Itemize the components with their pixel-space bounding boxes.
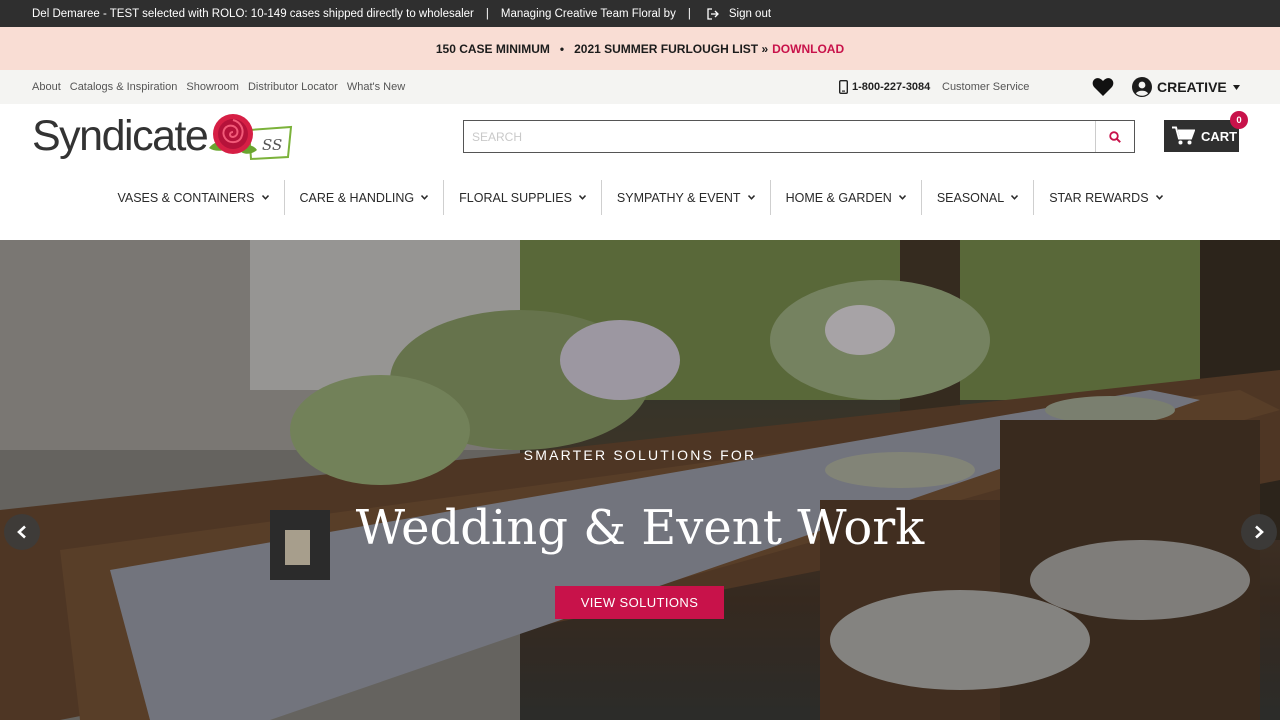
- chevron-right-icon: [1255, 525, 1264, 539]
- sign-out-label: Sign out: [728, 7, 772, 20]
- chevron-down-icon: [421, 195, 429, 200]
- selected-account-status: Del Demaree - TEST selected with ROLO: 1…: [32, 7, 474, 20]
- account-name: CREATIVE: [1157, 79, 1227, 95]
- cart-label: CART: [1201, 128, 1238, 144]
- account-menu[interactable]: CREATIVE: [1132, 70, 1240, 104]
- search-button[interactable]: [1095, 121, 1134, 152]
- main-navigation: VASES & CONTAINERS CARE & HANDLING FLORA…: [0, 180, 1280, 215]
- customer-service-link[interactable]: Customer Service: [942, 70, 1029, 104]
- hero-overlay: [0, 240, 1280, 720]
- phone-link[interactable]: 1-800-227-3084: [839, 70, 930, 104]
- nav-label: VASES & CONTAINERS: [117, 190, 255, 205]
- nav-label: STAR REWARDS: [1049, 190, 1149, 205]
- nav-label: SEASONAL: [936, 190, 1005, 205]
- top-status-bar: Del Demaree - TEST selected with ROLO: 1…: [0, 0, 1280, 27]
- chevron-down-icon: [1155, 195, 1163, 200]
- hero-headline: Wedding & Event Work: [355, 500, 925, 556]
- chevron-down-icon: [747, 195, 755, 200]
- chevron-down-icon: [1011, 195, 1019, 200]
- separator: |: [687, 7, 691, 20]
- whats-new-link[interactable]: What's New: [347, 81, 405, 93]
- svg-text:SS: SS: [262, 136, 282, 154]
- rose-logo-icon: SS: [209, 114, 293, 161]
- catalogs-link[interactable]: Catalogs & Inspiration: [70, 81, 178, 93]
- hero-kicker: SMARTER SOLUTIONS FOR: [523, 447, 757, 463]
- nav-label: HOME & GARDEN: [785, 190, 892, 205]
- syndicate-logo[interactable]: Syndicate SS: [32, 110, 295, 162]
- heart-icon[interactable]: [1092, 77, 1114, 97]
- phone-icon: [839, 80, 848, 94]
- nav-label: SYMPATHY & EVENT: [616, 190, 741, 205]
- utility-bar: About Catalogs & Inspiration Showroom Di…: [0, 70, 1280, 104]
- chevron-down-icon: [898, 195, 906, 200]
- distributor-locator-link[interactable]: Distributor Locator: [248, 81, 338, 93]
- nav-star-rewards[interactable]: STAR REWARDS: [1033, 180, 1177, 215]
- promo-banner: 150 CASE MINIMUM • 2021 SUMMER FURLOUGH …: [0, 27, 1280, 70]
- bullet-separator: •: [559, 41, 565, 56]
- download-link[interactable]: DOWNLOAD: [772, 42, 844, 56]
- case-minimum-text: 150 CASE MINIMUM: [435, 41, 550, 56]
- carousel-prev-button[interactable]: [4, 514, 40, 550]
- chevron-down-icon: [261, 195, 269, 200]
- utility-links: About Catalogs & Inspiration Showroom Di…: [32, 81, 405, 93]
- nav-sympathy-event[interactable]: SYMPATHY & EVENT: [600, 180, 770, 215]
- hero-carousel: SMARTER SOLUTIONS FOR Wedding & Event Wo…: [0, 240, 1280, 720]
- cart-button[interactable]: CART 0: [1164, 111, 1248, 152]
- chevron-left-icon: [17, 525, 26, 539]
- search-box: [463, 120, 1135, 153]
- showroom-link[interactable]: Showroom: [186, 81, 239, 93]
- nav-care-handling[interactable]: CARE & HANDLING: [283, 180, 444, 215]
- about-link[interactable]: About: [32, 81, 61, 93]
- nav-label: CARE & HANDLING: [299, 190, 415, 205]
- chevron-down-icon: [578, 195, 586, 200]
- chevron-down-icon: [1232, 84, 1240, 90]
- separator: |: [485, 7, 489, 20]
- nav-label: FLORAL SUPPLIES: [459, 190, 572, 205]
- nav-seasonal[interactable]: SEASONAL: [920, 180, 1033, 215]
- nav-home-garden[interactable]: HOME & GARDEN: [769, 180, 921, 215]
- carousel-next-button[interactable]: [1241, 514, 1277, 550]
- cart-icon: [1172, 126, 1195, 145]
- logo-wordmark: Syndicate: [32, 111, 209, 160]
- sign-out-icon: [707, 7, 719, 20]
- nav-vases-containers[interactable]: VASES & CONTAINERS: [102, 180, 283, 215]
- managing-team-text: Managing Creative Team Floral by: [500, 7, 676, 20]
- search-icon: [1109, 130, 1121, 143]
- cart-count-badge: 0: [1230, 111, 1248, 129]
- phone-number: 1-800-227-3084: [852, 81, 931, 93]
- user-icon: [1132, 77, 1152, 97]
- view-solutions-button[interactable]: VIEW SOLUTIONS: [555, 586, 724, 619]
- nav-floral-supplies[interactable]: FLORAL SUPPLIES: [443, 180, 601, 215]
- search-input[interactable]: [464, 121, 1095, 152]
- sign-out-link[interactable]: Sign out: [707, 8, 771, 20]
- furlough-list-text: 2021 SUMMER FURLOUGH LIST »: [574, 41, 769, 56]
